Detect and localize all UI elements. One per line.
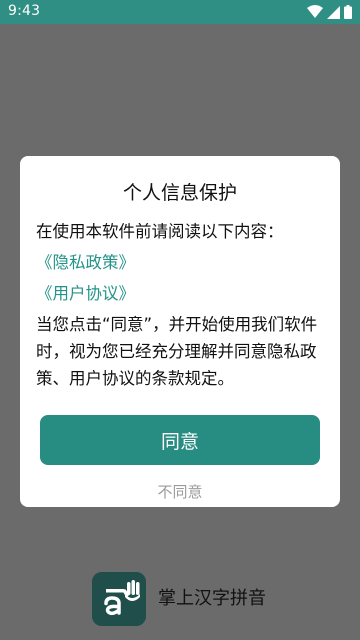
dialog-intro: 在使用本软件前请阅读以下内容： (36, 222, 284, 241)
privacy-policy-link[interactable]: 《隐私政策》 (36, 252, 135, 274)
app-logo-icon (92, 572, 146, 626)
privacy-dialog: 个人信息保护 在使用本软件前请阅读以下内容： 《隐私政策》 《用户协议》 当您点… (20, 156, 340, 507)
signal-icon (327, 5, 340, 19)
consent-notice: 当您点击“同意”，并开始使用我们软件时，视为您已经充分理解并同意隐私政策、用户协… (36, 315, 318, 388)
disagree-button[interactable]: 不同意 (130, 479, 230, 503)
user-agreement-link[interactable]: 《用户协议》 (36, 283, 135, 305)
battery-icon (344, 5, 352, 19)
dialog-title: 个人信息保护 (122, 182, 237, 204)
wifi-icon (307, 5, 323, 19)
status-icons (307, 4, 352, 20)
status-bar: 9:43 (0, 0, 360, 24)
status-time: 9:43 (8, 3, 41, 19)
agree-button[interactable]: 同意 (40, 415, 320, 465)
app-name: 掌上汉字拼音 (158, 588, 266, 609)
